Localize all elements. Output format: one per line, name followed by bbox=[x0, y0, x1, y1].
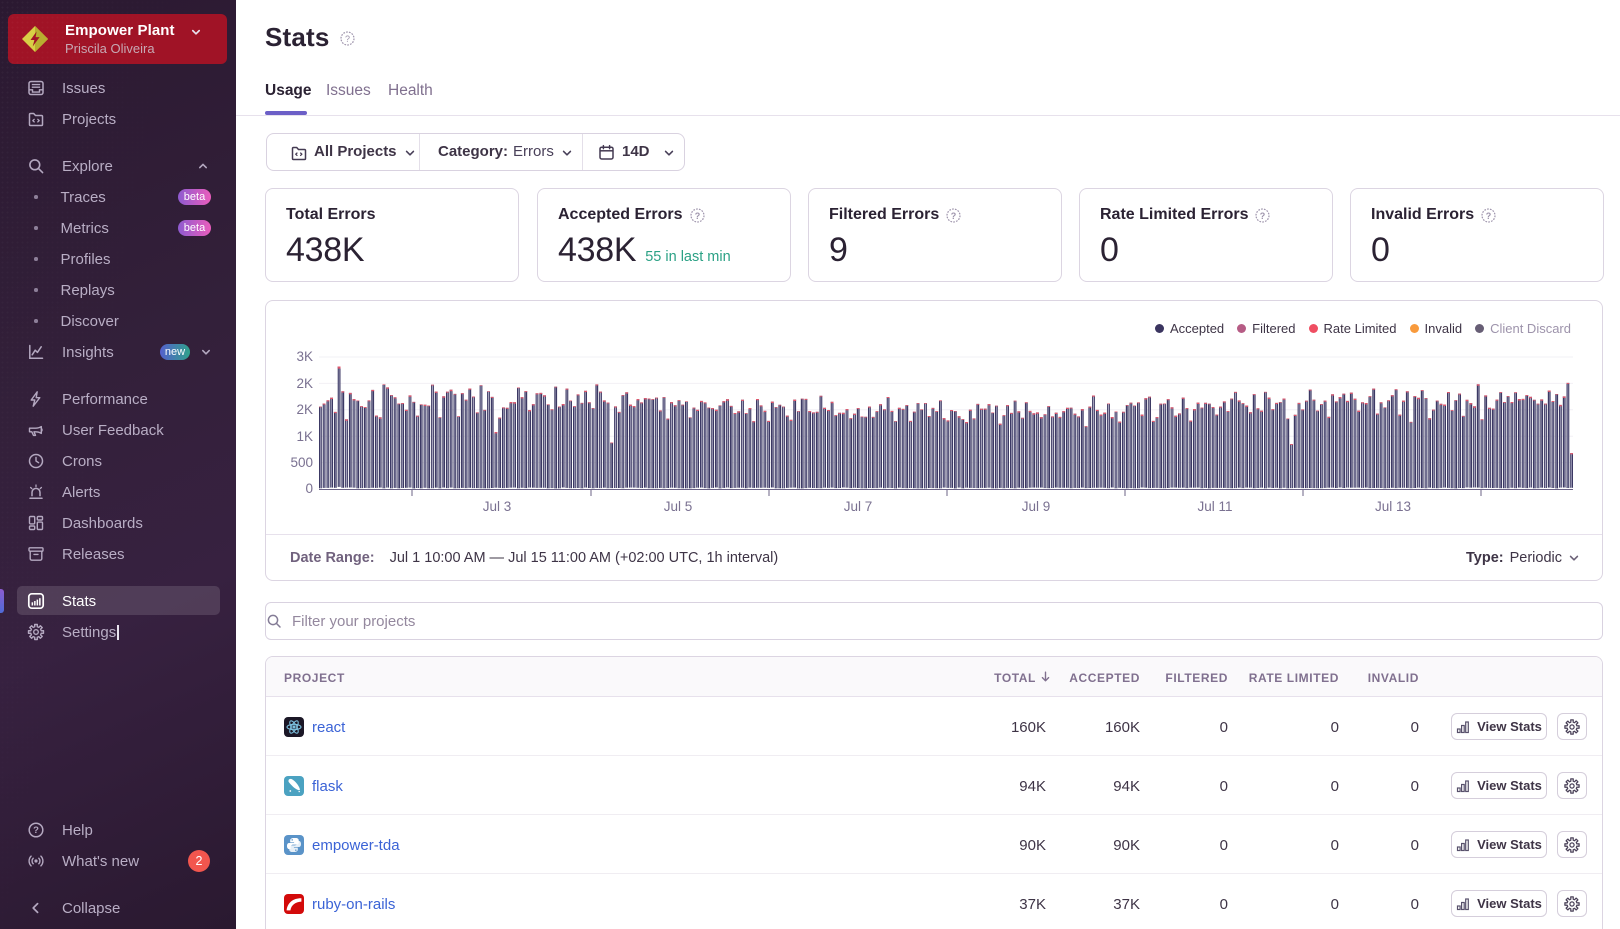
svg-text:?: ? bbox=[33, 825, 39, 836]
svg-text:?: ? bbox=[1486, 210, 1492, 220]
svg-text:?: ? bbox=[694, 210, 700, 220]
svg-text:?: ? bbox=[951, 210, 957, 220]
svg-text:?: ? bbox=[1260, 210, 1266, 220]
svg-text:?: ? bbox=[345, 34, 350, 44]
